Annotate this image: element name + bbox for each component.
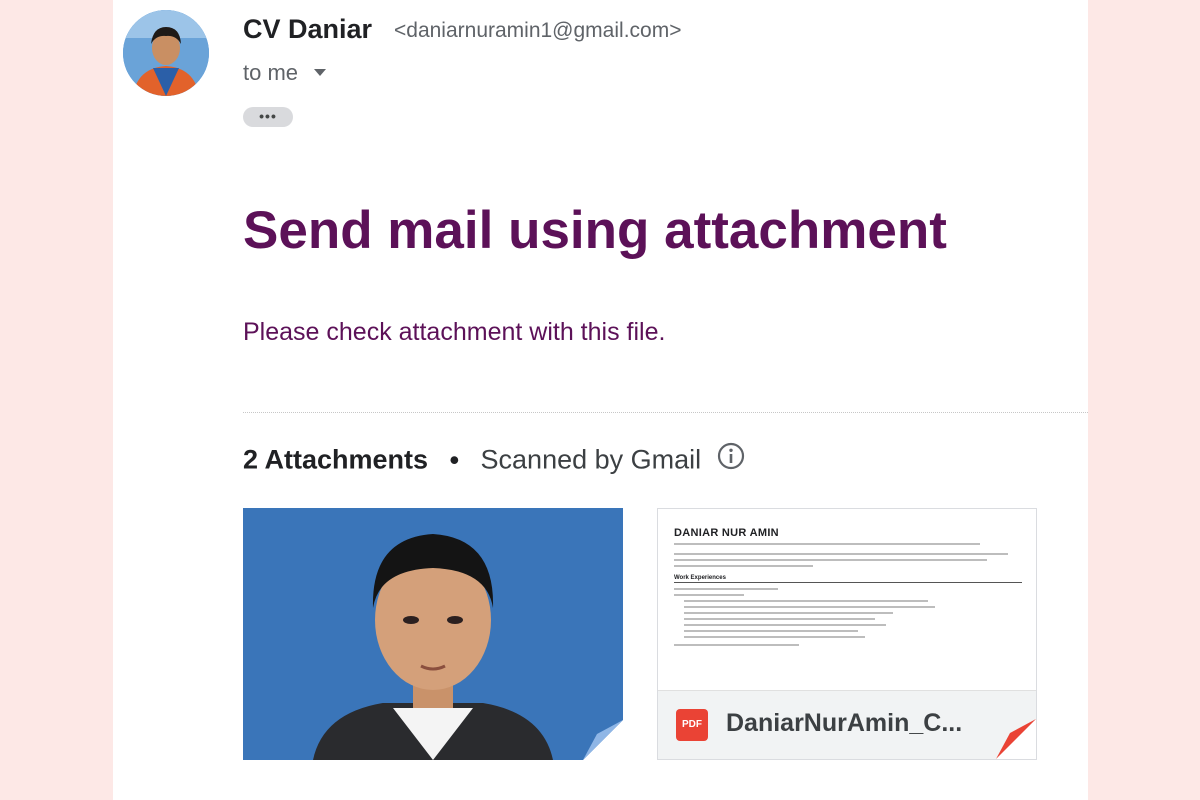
pdf-preview-line: [684, 630, 858, 632]
page-fold-icon: [583, 720, 623, 760]
attachment-footer: PDF DaniarNurAmin_C...: [658, 690, 1036, 759]
pdf-preview-line: [684, 606, 935, 608]
pdf-preview-line: [674, 644, 800, 646]
pdf-preview: DANIAR NUR AMIN Work Experiences: [674, 527, 1022, 646]
message-body: Please check attachment with this file.: [243, 318, 666, 346]
pdf-preview-line: [674, 543, 981, 545]
pdf-preview-line: [674, 588, 779, 590]
portrait-photo: [243, 508, 623, 760]
scanned-by-gmail-label: Scanned by Gmail: [480, 444, 702, 475]
sender-name: CV Daniar: [243, 14, 373, 44]
pdf-icon: PDF: [676, 709, 708, 741]
attachment-pdf-thumbnail[interactable]: DANIAR NUR AMIN Work Experiences PDF Dan…: [657, 508, 1037, 760]
page: CV Daniar <daniarnuramin1@gmail.com> to …: [0, 0, 1200, 800]
attachments-count: 2 Attachments: [243, 444, 429, 475]
recipient-toggle[interactable]: to me: [243, 60, 327, 86]
pdf-preview-line: [684, 600, 928, 602]
avatar-image: [123, 10, 209, 96]
attachment-filename: DaniarNurAmin_C...: [726, 709, 963, 737]
header-separator: •: [449, 444, 460, 475]
pdf-preview-line: [684, 624, 886, 626]
recipient-label: to me: [243, 60, 299, 85]
pdf-preview-title: DANIAR NUR AMIN: [674, 527, 779, 539]
pdf-preview-line: [674, 565, 814, 567]
pdf-preview-line: [684, 618, 876, 620]
message-subject: Send mail using attachment: [243, 201, 947, 260]
page-fold-icon: [996, 719, 1036, 759]
pdf-preview-line: [674, 553, 1009, 555]
pdf-preview-line: [674, 559, 988, 561]
attachments-divider: [243, 412, 1088, 413]
attachments-header: 2 Attachments • Scanned by Gmail: [243, 442, 745, 479]
chevron-down-icon[interactable]: [314, 68, 327, 76]
info-icon[interactable]: [717, 442, 745, 477]
pdf-preview-section: Work Experiences: [674, 575, 1022, 583]
attachment-image-thumbnail[interactable]: [243, 508, 623, 760]
email-card: CV Daniar <daniarnuramin1@gmail.com> to …: [113, 0, 1088, 800]
sender-avatar[interactable]: [123, 10, 209, 96]
pdf-preview-line: [674, 594, 744, 596]
pdf-preview-line: [684, 612, 893, 614]
show-trimmed-content-button[interactable]: •••: [243, 107, 293, 127]
pdf-preview-line: [684, 636, 865, 638]
sender-email: <daniarnuramin1@gmail.com>: [394, 19, 682, 42]
